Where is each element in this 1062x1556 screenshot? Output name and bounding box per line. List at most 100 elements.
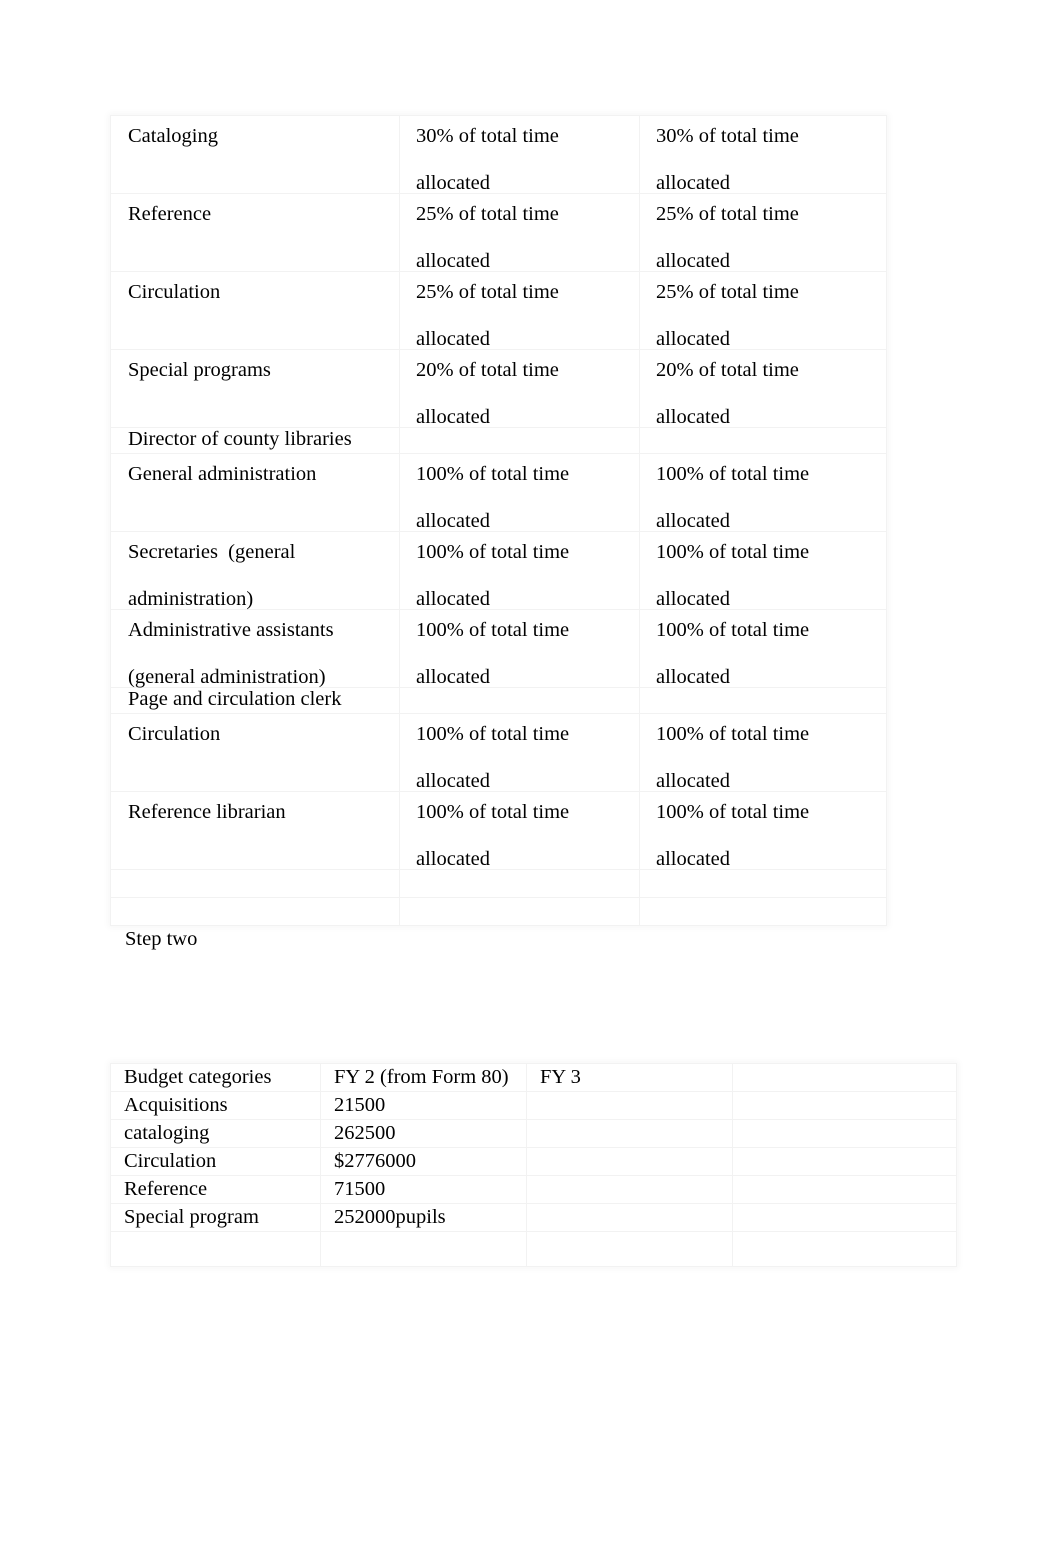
fy2-value-cell: 21500 xyxy=(320,1091,527,1120)
row-col2-cell: 30% of total time allocated xyxy=(399,115,640,194)
row-col2-cell xyxy=(399,869,640,898)
table-row: Special program 252000pupils xyxy=(110,1203,957,1232)
table-header-row: Budget categories FY 2 (from Form 80) FY… xyxy=(110,1063,957,1092)
allocation-table-body: Cataloging 30% of total time allocated 3… xyxy=(110,115,887,926)
row-col2-cell: 100% of total time allocated xyxy=(399,531,640,610)
budget-table-body: Budget categories FY 2 (from Form 80) FY… xyxy=(110,1063,957,1267)
row-label: Reference librarian xyxy=(128,801,286,823)
row-col3-cell: 25% of total time allocated xyxy=(639,271,887,350)
table-row: Acquisitions 21500 xyxy=(110,1091,957,1120)
row-col2-cell: 20% of total time allocated xyxy=(399,349,640,428)
row-col3-cell: 100% of total time allocated xyxy=(639,531,887,610)
row-label-cell xyxy=(110,897,400,926)
row-label-line2: (general administration) xyxy=(128,665,326,688)
fy2-value-cell: 71500 xyxy=(320,1175,527,1204)
allocation-word: allocated xyxy=(416,769,490,792)
row-col2-cell xyxy=(399,687,640,714)
fy2-value-cell: 262500 xyxy=(320,1119,527,1148)
allocation-word: allocated xyxy=(656,171,730,194)
column-header-budget-categories: Budget categories xyxy=(110,1063,321,1092)
row-label-cell: Administrative assistants (general admin… xyxy=(110,609,400,688)
allocation-percent: 100% of total time xyxy=(416,463,570,485)
row-label-line1: Secretaries (general xyxy=(128,541,296,563)
fy3-value-cell xyxy=(526,1147,733,1176)
allocation-word: allocated xyxy=(416,587,490,610)
column-header-blank xyxy=(732,1063,957,1092)
row-label-cell: Circulation xyxy=(110,271,400,350)
budget-category-cell: cataloging xyxy=(110,1119,321,1148)
budget-category-cell: Circulation xyxy=(110,1147,321,1176)
allocation-word: allocated xyxy=(416,405,490,428)
allocation-word: allocated xyxy=(656,509,730,532)
staff-time-allocation-table: Cataloging 30% of total time allocated 3… xyxy=(110,115,887,926)
allocation-percent: 100% of total time xyxy=(416,801,570,823)
table-row: cataloging 262500 xyxy=(110,1119,957,1148)
row-col2-cell: 100% of total time allocated xyxy=(399,713,640,792)
empty-cell xyxy=(416,898,639,908)
table-row: Reference 71500 xyxy=(110,1175,957,1204)
allocation-percent: 25% of total time xyxy=(416,281,559,303)
row-col2-cell: 100% of total time allocated xyxy=(399,791,640,870)
extra-value-cell xyxy=(732,1091,957,1120)
allocation-word: allocated xyxy=(656,587,730,610)
section-label: Page and circulation clerk xyxy=(128,688,342,710)
row-col3-cell xyxy=(639,869,887,898)
row-label-cell: Secretaries (general administration) xyxy=(110,531,400,610)
table-empty-row xyxy=(110,869,887,898)
empty-cell xyxy=(128,870,399,880)
row-col2-cell xyxy=(399,897,640,926)
empty-cell xyxy=(416,688,639,689)
allocation-word: allocated xyxy=(656,249,730,272)
allocation-percent: 100% of total time xyxy=(656,723,810,745)
row-label-cell: Reference librarian xyxy=(110,791,400,870)
column-header-fy2: FY 2 (from Form 80) xyxy=(320,1063,527,1092)
row-col3-cell: 100% of total time allocated xyxy=(639,791,887,870)
allocation-percent: 100% of total time xyxy=(656,801,810,823)
section-label: Director of county libraries xyxy=(128,428,352,450)
allocation-word: allocated xyxy=(416,847,490,870)
row-col3-cell xyxy=(639,427,887,454)
allocation-percent: 20% of total time xyxy=(416,359,559,381)
empty-cell xyxy=(128,898,399,908)
empty-cell xyxy=(656,898,886,908)
row-col3-cell: 20% of total time allocated xyxy=(639,349,887,428)
row-label-cell: Special programs xyxy=(110,349,400,428)
table-row: Reference 25% of total time allocated 25… xyxy=(110,193,887,272)
table-empty-row xyxy=(110,1231,957,1267)
allocation-percent: 25% of total time xyxy=(656,203,799,225)
empty-cell xyxy=(416,428,639,429)
row-col3-cell: 100% of total time allocated xyxy=(639,713,887,792)
allocation-percent: 100% of total time xyxy=(416,541,570,563)
row-label: Circulation xyxy=(128,723,221,745)
allocation-percent: 30% of total time xyxy=(656,125,799,147)
allocation-percent: 25% of total time xyxy=(656,281,799,303)
column-header-fy3: FY 3 xyxy=(526,1063,733,1092)
table-section-row: Director of county libraries xyxy=(110,427,887,454)
allocation-percent: 25% of total time xyxy=(416,203,559,225)
fy3-value-cell xyxy=(526,1231,733,1267)
row-label: Circulation xyxy=(128,281,221,303)
table-row: Reference librarian 100% of total time a… xyxy=(110,791,887,870)
allocation-percent: 100% of total time xyxy=(656,463,810,485)
allocation-word: allocated xyxy=(416,327,490,350)
allocation-word: allocated xyxy=(656,847,730,870)
empty-cell xyxy=(416,870,639,880)
budget-categories-table: Budget categories FY 2 (from Form 80) FY… xyxy=(110,1063,957,1267)
allocation-percent: 100% of total time xyxy=(416,619,570,641)
row-col2-cell: 100% of total time allocated xyxy=(399,453,640,532)
budget-category-cell: Special program xyxy=(110,1203,321,1232)
row-label-line1: Administrative assistants xyxy=(128,619,334,641)
row-label: Cataloging xyxy=(128,125,218,147)
row-label-line2: administration) xyxy=(128,587,254,610)
empty-cell xyxy=(656,870,886,880)
section-label-cell: Page and circulation clerk xyxy=(110,687,400,714)
allocation-percent: 100% of total time xyxy=(656,619,810,641)
row-label-cell xyxy=(110,869,400,898)
row-col3-cell: 25% of total time allocated xyxy=(639,193,887,272)
table-row: Circulation 100% of total time allocated… xyxy=(110,713,887,792)
table-row: Special programs 20% of total time alloc… xyxy=(110,349,887,428)
row-label-cell: Cataloging xyxy=(110,115,400,194)
extra-value-cell xyxy=(732,1119,957,1148)
allocation-word: allocated xyxy=(656,327,730,350)
fy2-value-cell: $2776000 xyxy=(320,1147,527,1176)
